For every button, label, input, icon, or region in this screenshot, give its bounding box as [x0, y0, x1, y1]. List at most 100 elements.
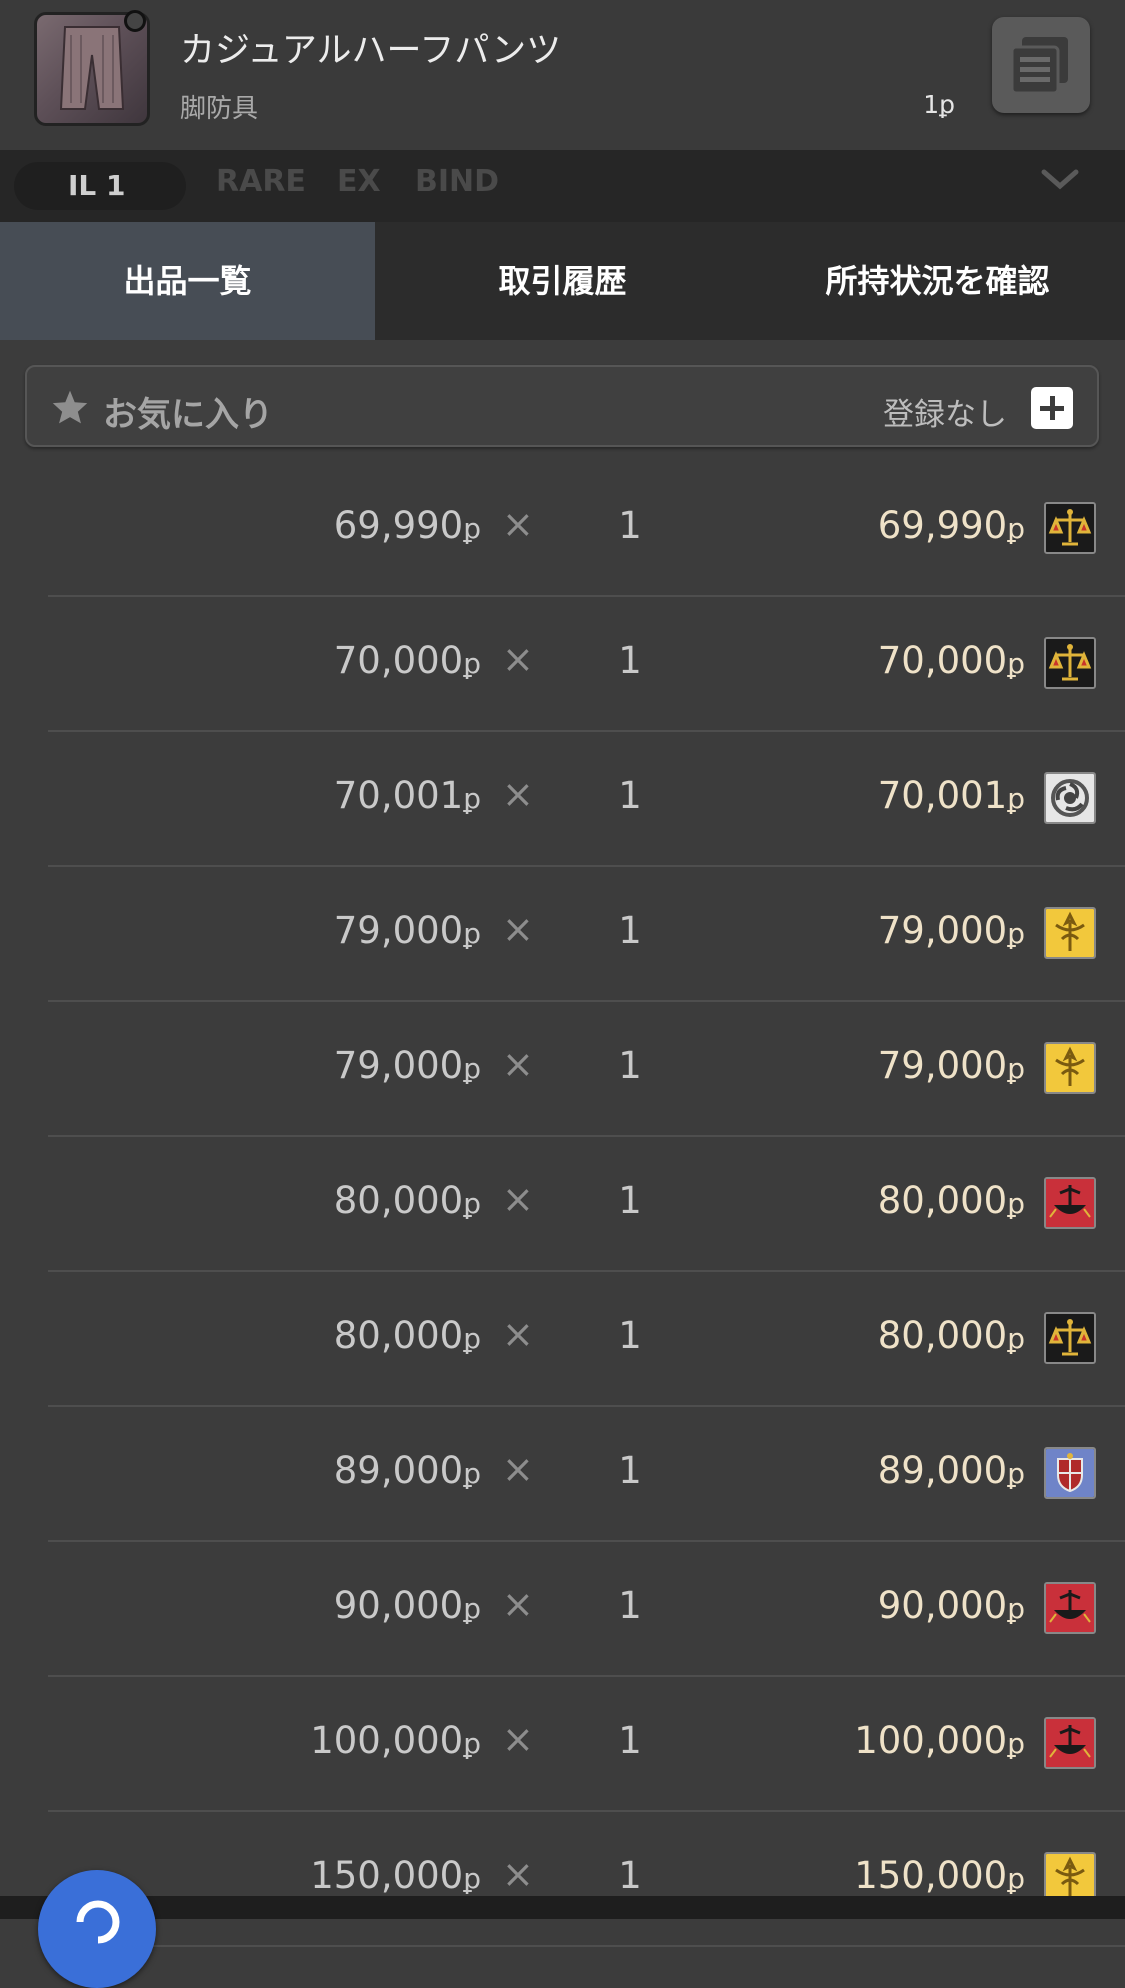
gil-symbol: ꝑ: [1007, 1052, 1025, 1085]
times-icon: ×: [502, 907, 534, 951]
times-icon: ×: [502, 502, 534, 546]
item-level-badge: IL 1: [14, 162, 186, 210]
total-price: 100,000ꝑ: [854, 1719, 1025, 1762]
times-icon: ×: [502, 1042, 534, 1086]
unit-price: 79,000ꝑ: [333, 1044, 481, 1087]
listing-row[interactable]: 90,000ꝑ × 1 90,000ꝑ: [0, 1542, 1125, 1677]
quantity: 1: [618, 909, 642, 952]
listing-row[interactable]: 89,000ꝑ × 1 89,000ꝑ: [0, 1407, 1125, 1542]
quantity: 1: [618, 1179, 642, 1222]
listing-row[interactable]: 70,001ꝑ × 1 70,001ꝑ: [0, 732, 1125, 867]
times-icon: ×: [502, 637, 534, 681]
total-price: 79,000ꝑ: [877, 1044, 1025, 1087]
gil-symbol: ꝑ: [1007, 1592, 1025, 1625]
gil-symbol: ꝑ: [463, 1322, 481, 1355]
bind-tag: BIND: [415, 164, 500, 199]
item-category: 脚防具: [180, 94, 259, 124]
star-icon: [52, 390, 88, 424]
total-price: 89,000ꝑ: [877, 1449, 1025, 1492]
listing-row[interactable]: 79,000ꝑ × 1 79,000ꝑ: [0, 867, 1125, 1002]
gil-symbol: ꝑ: [1007, 917, 1025, 950]
quantity: 1: [618, 774, 642, 817]
bottom-bar: [0, 1896, 1125, 1919]
scales-crest: [1044, 637, 1096, 689]
gil-symbol: ꝑ: [1007, 1862, 1025, 1895]
gil-symbol: ꝑ: [1007, 647, 1025, 680]
gil-symbol: ꝑ: [463, 647, 481, 680]
quantity: 1: [618, 1719, 642, 1762]
times-icon: ×: [502, 1717, 534, 1761]
quantity: 1: [618, 1314, 642, 1357]
total-price: 80,000ꝑ: [877, 1314, 1025, 1357]
document-list-icon: [1010, 37, 1068, 95]
total-price: 69,990ꝑ: [877, 504, 1025, 547]
gil-symbol: ꝑ: [1007, 1322, 1025, 1355]
total-price: 70,001ꝑ: [877, 774, 1025, 817]
quantity: 1: [618, 1584, 642, 1627]
ship-crest: [1044, 1177, 1096, 1229]
item-status-dot: [124, 10, 146, 32]
quantity: 1: [618, 639, 642, 682]
times-icon: ×: [502, 772, 534, 816]
quantity: 1: [618, 1854, 642, 1897]
tab-history[interactable]: 取引履歴: [375, 222, 750, 340]
gil-symbol: ꝑ: [463, 1052, 481, 1085]
listing-row[interactable]: 69,990ꝑ × 1 69,990ꝑ: [0, 462, 1125, 597]
item-header: カジュアルハーフパンツ 脚防具 1ꝑ: [0, 0, 1125, 150]
gil-symbol: ꝑ: [463, 1727, 481, 1760]
total-price: 150,000ꝑ: [854, 1854, 1025, 1897]
times-icon: ×: [502, 1582, 534, 1626]
gold-crest: [1044, 1042, 1096, 1094]
ship-crest: [1044, 1582, 1096, 1634]
item-detail-button[interactable]: [992, 17, 1090, 113]
listing-row[interactable]: 80,000ꝑ × 1 80,000ꝑ: [0, 1272, 1125, 1407]
ship-crest: [1044, 1717, 1096, 1769]
unit-price: 70,001ꝑ: [333, 774, 481, 817]
quantity: 1: [618, 1449, 642, 1492]
unit-price: 80,000ꝑ: [333, 1314, 481, 1357]
favorites-label: お気に入り: [103, 395, 273, 435]
gil-symbol: ꝑ: [1007, 1187, 1025, 1220]
quantity: 1: [618, 1044, 642, 1087]
times-icon: ×: [502, 1447, 534, 1491]
unit-price: 79,000ꝑ: [333, 909, 481, 952]
listing-row[interactable]: 150,000ꝑ × 1 150,000ꝑ: [0, 1812, 1125, 1947]
row-divider: [48, 1945, 1125, 1947]
unit-price: 89,000ꝑ: [333, 1449, 481, 1492]
item-tag-bar: IL 1 RARE EX BIND: [0, 150, 1125, 222]
times-icon: ×: [502, 1852, 534, 1896]
listing-row[interactable]: 80,000ꝑ × 1 80,000ꝑ: [0, 1137, 1125, 1272]
floating-action-button[interactable]: [38, 1870, 156, 1988]
gil-symbol: ꝑ: [1007, 1727, 1025, 1760]
add-favorite-button[interactable]: [1031, 387, 1073, 429]
gil-symbol: ꝑ: [463, 782, 481, 815]
times-icon: ×: [502, 1312, 534, 1356]
unit-price: 90,000ꝑ: [333, 1584, 481, 1627]
pants-icon: [59, 26, 125, 110]
total-price: 80,000ꝑ: [877, 1179, 1025, 1222]
listing-row[interactable]: 70,000ꝑ × 1 70,000ꝑ: [0, 597, 1125, 732]
gil-symbol: ꝑ: [463, 1457, 481, 1490]
tab-bar: 出品一覧 取引履歴 所持状況を確認: [0, 222, 1125, 340]
chevron-down-icon[interactable]: [1040, 168, 1080, 192]
quantity: 1: [618, 504, 642, 547]
gil-symbol: ꝑ: [463, 917, 481, 950]
tab-possession-status[interactable]: 所持状況を確認: [750, 222, 1125, 340]
unit-price: 69,990ꝑ: [333, 504, 481, 547]
listing-row[interactable]: 79,000ꝑ × 1 79,000ꝑ: [0, 1002, 1125, 1137]
listing-row[interactable]: 100,000ꝑ × 1 100,000ꝑ: [0, 1677, 1125, 1812]
total-price: 70,000ꝑ: [877, 639, 1025, 682]
unit-price: 80,000ꝑ: [333, 1179, 481, 1222]
gil-symbol: ꝑ: [463, 1592, 481, 1625]
refresh-icon: [76, 1900, 120, 1944]
rare-tag: RARE: [216, 164, 306, 199]
gil-symbol: ꝑ: [463, 512, 481, 545]
unit-price: 150,000ꝑ: [310, 1854, 481, 1897]
scales-crest: [1044, 502, 1096, 554]
gil-symbol: ꝑ: [1007, 512, 1025, 545]
total-price: 90,000ꝑ: [877, 1584, 1025, 1627]
tomoe-crest: [1044, 772, 1096, 824]
item-name: カジュアルハーフパンツ: [180, 31, 562, 71]
favorites-bar[interactable]: お気に入り 登録なし: [25, 365, 1099, 447]
tab-listings[interactable]: 出品一覧: [0, 222, 375, 340]
